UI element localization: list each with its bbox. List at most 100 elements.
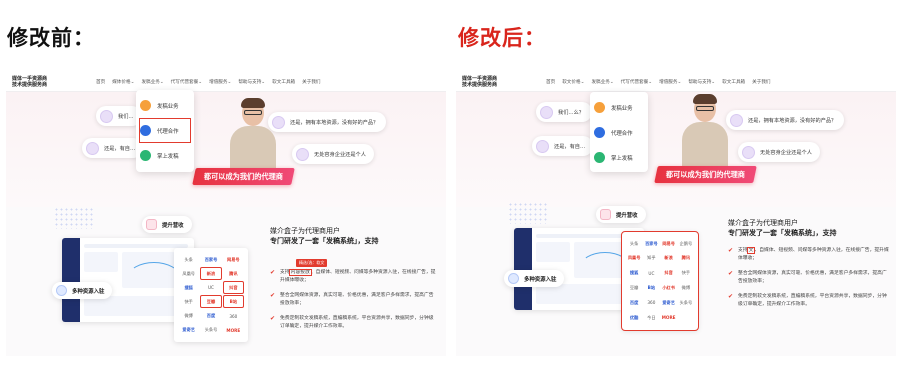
dropdown-item-mobile[interactable]: 掌上发稿 xyxy=(140,144,190,167)
agent-banner: 都可以成为我们的代理商 xyxy=(192,168,295,185)
nav-value-added[interactable]: 增值服务⌄ xyxy=(659,79,681,85)
media-cell: 百家号 xyxy=(645,240,658,246)
media-cell: 网易号 xyxy=(662,240,675,246)
site-navbar: 媒体一手资源商 技术提供服务商 首页 软文价格⌄ 发稿业务⌄ 代写代营套餐⌄ 增值… xyxy=(456,72,896,92)
check-icon: ✔ xyxy=(270,269,276,276)
dropdown-item-publishing[interactable]: 发稿业务 xyxy=(140,94,190,117)
dropdown-item-agency[interactable]: 代理合作 xyxy=(139,118,191,143)
media-cell: 头条号 xyxy=(679,299,693,305)
media-cell: 快手 xyxy=(184,298,193,304)
copy-subtitle: 专门研发了一套「发稿系统」，支持 xyxy=(728,229,837,237)
media-cell: 腾讯 xyxy=(229,270,238,276)
media-cell: 抖音 xyxy=(664,270,673,276)
nav-home[interactable]: 首页 xyxy=(96,79,105,85)
check-icon: ✔ xyxy=(270,292,276,299)
media-cell: 企鹅号 xyxy=(679,240,693,246)
media-cell: 爱奇艺 xyxy=(662,299,675,305)
question-bubble: 还是，有自… xyxy=(532,136,594,156)
question-bubble: 我们…么？ xyxy=(536,102,592,122)
media-cell: 微博 xyxy=(184,313,193,319)
site-logo[interactable]: 媒体一手资源商 技术提供服务商 xyxy=(462,76,510,88)
media-cell: MORE xyxy=(661,315,676,321)
hero-section: 我们…么？ 还是，有自… 还是，拥有本地资源，没有好的产品？ 无处容身企业还是个… xyxy=(456,92,896,207)
after-heading: 修改后： xyxy=(458,26,546,50)
phone-icon xyxy=(140,150,151,161)
media-cell: B站 xyxy=(222,295,245,309)
avatar-icon xyxy=(296,147,309,161)
nav-about[interactable]: 关于我们 xyxy=(302,79,320,85)
handshake-icon xyxy=(594,127,605,138)
media-resource-grid: 头条 百家号 网易号 企鹅号 凤凰号 知乎 新浪 腾讯 搜狐 UC 抖音 快手 … xyxy=(621,231,699,331)
dropdown-item-agency[interactable]: 代理合作 xyxy=(594,121,644,144)
nav-toolbox[interactable]: 软文工具箱 xyxy=(272,79,295,85)
before-screenshot: 媒体一手资源商 技术提供服务商 首页 媒体价格⌄ 发稿业务⌄ 代写代营套餐⌄ 增值… xyxy=(6,72,446,356)
question-bubble: 还是，拥有本地资源，没有好的产品？ xyxy=(268,112,387,132)
media-cell: 360 xyxy=(229,313,238,319)
media-resource-grid: 头条 百家号 网易号 凤凰号 新浪 腾讯 搜狐 UC 抖音 快手 豆瓣 B站 微… xyxy=(174,248,248,342)
nav-help[interactable]: 帮助与支持⌄ xyxy=(238,79,265,85)
media-cell: 搜狐 xyxy=(629,270,639,276)
nav-publishing[interactable]: 发稿业务⌄ xyxy=(141,79,163,85)
feature-item: ✔ 免费定制软文发稿系统，直编稿系统，平台资源共享，数据同步，分钟级订单确定，提升… xyxy=(270,315,434,329)
media-cell: 网易号 xyxy=(227,256,240,262)
media-cell: 头条 xyxy=(184,256,193,262)
question-bubble: 无处容身企业还是个人 xyxy=(292,144,374,164)
media-cell: 微博 xyxy=(681,284,691,290)
avatar-icon xyxy=(100,109,113,123)
dot-pattern xyxy=(508,202,548,224)
dot-pattern xyxy=(54,207,94,229)
feature-item: ✔ 整合全网媒体资源，真实可靠、价格优惠，满足客户多样需求，提高广告投放效率； xyxy=(728,270,887,284)
phone-icon xyxy=(594,152,605,163)
site-navbar: 媒体一手资源商 技术提供服务商 首页 媒体价格⌄ 发稿业务⌄ 代写代营套餐⌄ 增值… xyxy=(6,72,446,92)
media-cell: 凤凰号 xyxy=(627,255,641,261)
feature-item: ✔ 支持文、自媒体、短视频、问媒等多种资源入驻，在线接广告，提升媒体曝收； xyxy=(728,247,889,261)
flame-icon xyxy=(594,102,605,113)
question-bubble: 无处容身企业还是个人 xyxy=(738,142,820,162)
avatar-icon xyxy=(742,145,755,159)
media-cell: 凤凰号 xyxy=(182,270,195,276)
nav-value-added[interactable]: 增值服务⌄ xyxy=(209,79,231,85)
feature-copy: 媒介盒子为代理商用户 专门研发了一套「发稿系统」，支持 ✔ 支持文、自媒体、短视频… xyxy=(728,218,890,316)
dropdown-item-mobile[interactable]: 掌上发稿 xyxy=(594,146,644,169)
nav-home[interactable]: 首页 xyxy=(546,79,555,85)
media-cell: 头条 xyxy=(629,240,639,246)
site-logo[interactable]: 媒体一手资源商 技术提供服务商 xyxy=(12,76,60,88)
chart-icon xyxy=(600,209,611,220)
avatar-icon xyxy=(540,105,553,119)
copy-subtitle: 专门研发了一套「发稿系统」，支持 xyxy=(270,237,379,245)
nav-toolbox[interactable]: 软文工具箱 xyxy=(722,79,745,85)
nav-packages[interactable]: 代写代营套餐⌄ xyxy=(171,79,202,85)
media-cell: 头条号 xyxy=(204,327,218,333)
publishing-dropdown: 发稿业务 代理合作 掌上发稿 xyxy=(590,92,648,172)
question-bubble: 还是，有自… xyxy=(82,138,144,158)
check-icon: ✔ xyxy=(270,315,276,322)
copy-title: 媒介盒子为代理商用户 xyxy=(270,227,340,235)
media-cell: 爱奇艺 xyxy=(182,327,195,333)
check-icon: ✔ xyxy=(728,247,734,254)
media-cell: 百度 xyxy=(206,313,216,319)
grid-icon xyxy=(508,273,519,284)
avatar-icon xyxy=(86,141,99,155)
nav-media-price[interactable]: 媒体价格⌄ xyxy=(112,79,134,85)
media-cell: 豆瓣 xyxy=(629,284,639,290)
media-cell: 百家号 xyxy=(204,256,218,262)
publishing-dropdown: 发稿业务 代理合作 掌上发稿 xyxy=(136,90,194,172)
question-bubble: 还是，拥有本地资源，没有好的产品？ xyxy=(726,110,845,130)
media-cell: 百度 xyxy=(629,299,639,305)
dropdown-item-publishing[interactable]: 发稿业务 xyxy=(594,96,644,119)
resources-tag: 多种资源入驻 xyxy=(504,270,565,287)
media-cell: 快手 xyxy=(681,270,691,276)
nav-help[interactable]: 帮助与支持⌄ xyxy=(688,79,715,85)
avatar-icon xyxy=(536,139,549,153)
media-cell: 抖音 xyxy=(222,281,245,295)
nav-packages[interactable]: 代写代营套餐⌄ xyxy=(621,79,652,85)
nav-about[interactable]: 关于我们 xyxy=(752,79,770,85)
media-cell: UC xyxy=(207,285,214,291)
nav-article-price[interactable]: 软文价格⌄ xyxy=(562,79,584,85)
nav-publishing[interactable]: 发稿业务⌄ xyxy=(591,79,613,85)
media-cell: B站 xyxy=(647,284,656,290)
avatar-icon xyxy=(730,113,743,127)
resources-tag: 多种资源入驻 xyxy=(52,282,113,299)
question-bubble: 我们… xyxy=(96,106,142,126)
feature-item: ✔ 整合全网媒体资源，真实可靠、价格优惠，满足客户多样需求，提高广告投放效率； xyxy=(270,292,434,306)
